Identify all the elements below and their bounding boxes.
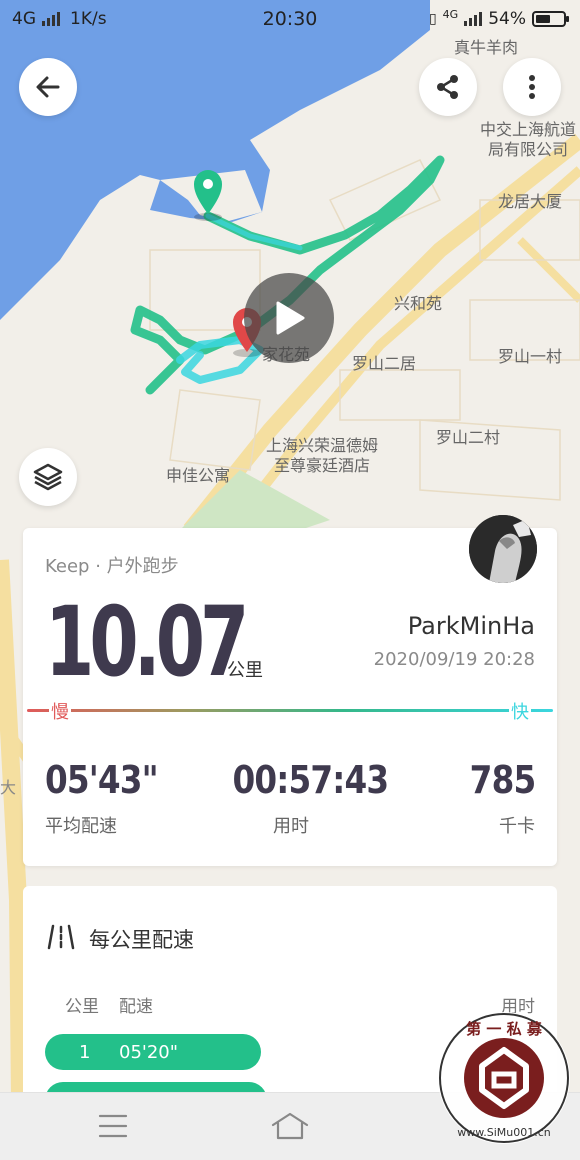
avatar-image <box>469 515 537 583</box>
vibrate-icon: ▯ <box>428 11 437 27</box>
split-km: 1 <box>79 1041 91 1063</box>
play-button[interactable] <box>244 273 334 363</box>
layers-icon <box>33 463 63 491</box>
map-label-building: 龙居大厦 <box>498 192 563 211</box>
watermark-logo: 第 一 私 募 www.SiMu001.cn <box>434 1008 574 1148</box>
more-vertical-icon <box>529 75 535 99</box>
back-button[interactable] <box>19 58 77 116</box>
col-header-km: 公里 <box>65 997 99 1017</box>
metric-calories: 785 千卡 <box>459 758 536 838</box>
splits-title: 每公里配速 <box>89 928 194 952</box>
user-name[interactable]: ParkMinHa <box>408 612 535 640</box>
map-label-shenjia: 申佳公寓 <box>166 466 231 485</box>
metric-label: 用时 <box>273 816 309 837</box>
stats-card: Keep · 户外跑步 10.07 公里 ParkMinHa 2020/09/1… <box>23 515 557 866</box>
metric-value: 00:57:43 <box>232 758 390 802</box>
avatar[interactable] <box>469 515 537 583</box>
network-type-2: 4G <box>442 7 459 21</box>
share-button[interactable] <box>419 58 477 116</box>
more-button[interactable] <box>503 58 561 116</box>
pace-gradient-line <box>27 709 553 712</box>
svg-text:大: 大 <box>0 778 16 797</box>
distance-unit: 公里 <box>227 660 263 681</box>
signal-icon-2 <box>464 12 483 26</box>
split-row: 1 05'20" <box>45 1034 261 1070</box>
share-icon <box>437 75 458 99</box>
activity-source: Keep · 户外跑步 <box>45 556 179 577</box>
svg-text:第 一 私 募: 第 一 私 募 <box>466 1020 543 1038</box>
layers-button[interactable] <box>19 448 77 506</box>
split-pace: 05'20" <box>119 1041 179 1063</box>
water-area <box>0 0 430 320</box>
arrow-left-icon <box>36 76 60 98</box>
metric-label: 平均配速 <box>45 816 117 837</box>
svg-text:www.SiMu001.cn: www.SiMu001.cn <box>457 1126 551 1139</box>
road-icon <box>47 924 75 950</box>
map-label-xinghe: 兴和苑 <box>394 294 443 313</box>
col-header-pace: 配速 <box>119 997 153 1017</box>
status-bar: 4G 1K/s 20:30 ▯ 4G 54% <box>0 0 580 40</box>
battery-percent: 54% <box>488 9 526 29</box>
map-label-hotel-2: 至尊豪廷酒店 <box>274 456 371 475</box>
metric-label: 千卡 <box>499 816 535 837</box>
road-left-vertical <box>0 559 29 1101</box>
metric-duration: 00:57:43 用时 <box>223 758 390 838</box>
metric-avg-pace: 05'43" 平均配速 <box>45 758 176 838</box>
pace-scale: 慢 快 <box>23 694 557 724</box>
map-label-luoshan1cun: 罗山一村 <box>498 347 563 366</box>
distance-value: 10.07 <box>45 586 249 698</box>
pace-slow-label: 慢 <box>49 698 71 724</box>
home-icon[interactable] <box>270 1111 310 1141</box>
play-icon <box>276 301 305 335</box>
road-right <box>517 237 580 303</box>
menu-icon[interactable] <box>98 1113 128 1139</box>
battery-icon <box>532 11 569 27</box>
map-label-company-2: 局有限公司 <box>488 140 569 159</box>
watermark-seal: 第 一 私 募 www.SiMu001.cn <box>438 1012 570 1144</box>
metric-value: 785 <box>469 758 536 802</box>
metric-value: 05'43" <box>45 758 159 802</box>
map-label-luoshan2cun: 罗山二村 <box>436 428 501 447</box>
map-label-luoshan2ju: 罗山二居 <box>352 354 417 373</box>
pace-fast-label: 快 <box>509 698 531 724</box>
run-datetime: 2020/09/19 20:28 <box>373 649 535 670</box>
